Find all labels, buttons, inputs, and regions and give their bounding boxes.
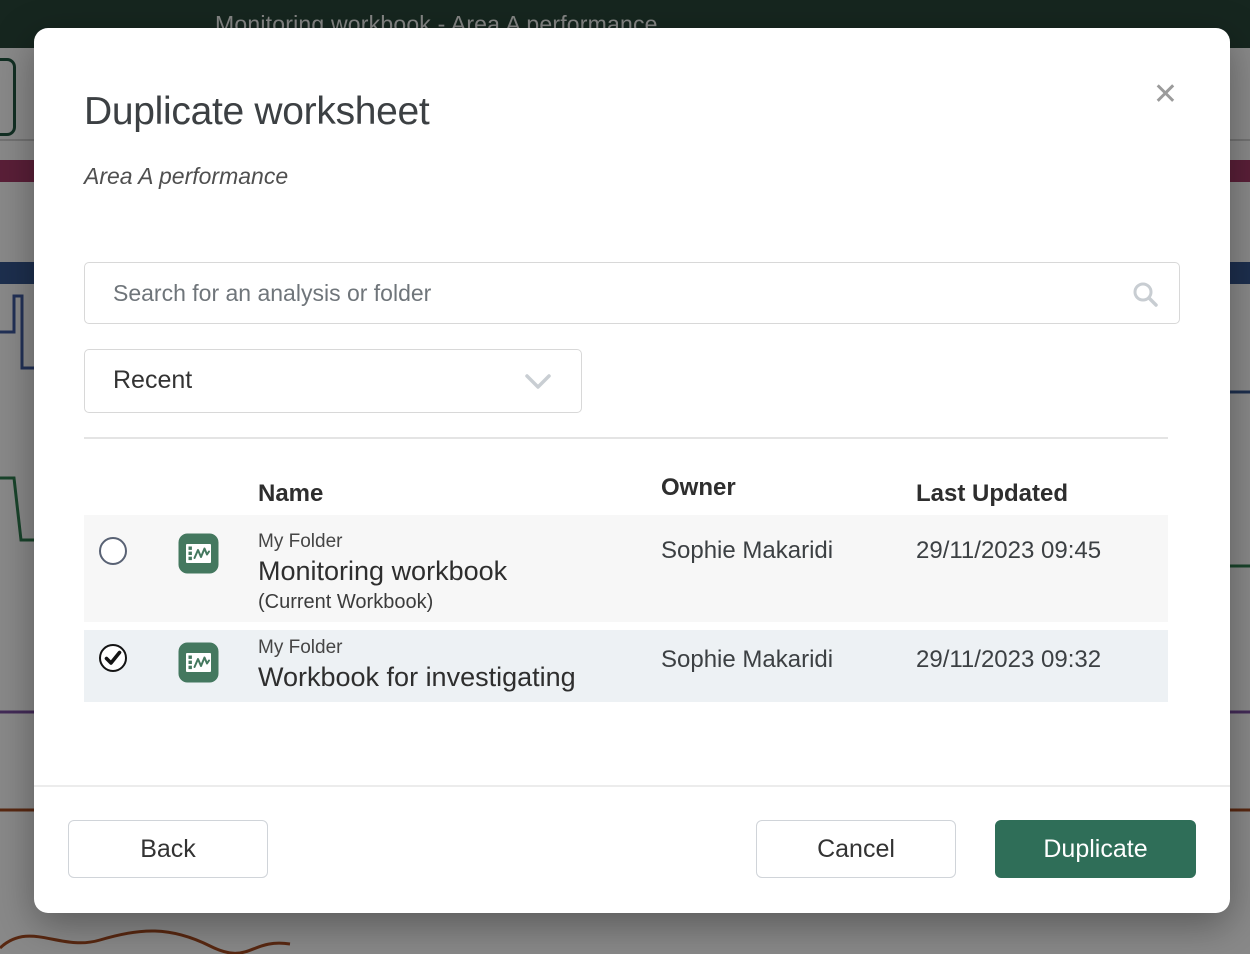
- row-folder: My Folder: [258, 528, 661, 555]
- duplicate-button[interactable]: Duplicate: [995, 820, 1196, 878]
- name-cell: My Folder Monitoring workbook (Current W…: [258, 515, 661, 622]
- dialog-title: Duplicate worksheet: [84, 90, 429, 134]
- chevron-down-icon: [525, 374, 551, 390]
- table-row[interactable]: My Folder Monitoring workbook (Current W…: [84, 515, 1168, 622]
- row-folder: My Folder: [258, 634, 661, 661]
- cancel-button[interactable]: Cancel: [756, 820, 956, 878]
- duplicate-worksheet-dialog: ✕ Duplicate worksheet Area A performance…: [34, 28, 1230, 913]
- row-owner: Sophie Makaridi: [661, 630, 916, 702]
- column-header-owner: Owner: [661, 474, 736, 502]
- row-note: (Current Workbook): [258, 589, 661, 615]
- table-top-divider: [84, 437, 1168, 439]
- dropdown-selected-value: Recent: [113, 366, 192, 395]
- radio-unchecked[interactable]: [99, 537, 127, 565]
- search-box: [84, 262, 1180, 324]
- table-header: Name Owner Last Updated: [84, 480, 1168, 512]
- row-name: Workbook for investigating: [258, 661, 661, 693]
- search-input[interactable]: [85, 263, 1179, 323]
- row-owner: Sophie Makaridi: [661, 515, 916, 622]
- search-icon: [1131, 280, 1159, 308]
- dialog-subtitle: Area A performance: [84, 163, 288, 190]
- workbook-icon: [178, 642, 219, 683]
- radio-cell: [84, 630, 178, 702]
- screen: Monitoring workbook - Area A performance…: [0, 0, 1250, 954]
- row-last-updated: 29/11/2023 09:45: [916, 515, 1168, 622]
- sort-filter-dropdown[interactable]: Recent: [84, 349, 582, 413]
- radio-checked[interactable]: [99, 644, 127, 672]
- column-header-name: Name: [258, 480, 323, 508]
- back-button[interactable]: Back: [68, 820, 268, 878]
- check-icon: [104, 650, 122, 666]
- name-cell: My Folder Workbook for investigating: [258, 630, 661, 702]
- column-header-last-updated: Last Updated: [916, 480, 1068, 508]
- row-last-updated: 29/11/2023 09:32: [916, 630, 1168, 702]
- row-name: Monitoring workbook: [258, 555, 661, 587]
- icon-cell: [178, 515, 258, 622]
- footer-divider: [34, 785, 1230, 787]
- workbook-icon: [178, 533, 219, 574]
- close-icon[interactable]: ✕: [1153, 84, 1178, 106]
- radio-cell: [84, 515, 178, 622]
- icon-cell: [178, 630, 258, 702]
- table-row[interactable]: My Folder Workbook for investigating Sop…: [84, 630, 1168, 702]
